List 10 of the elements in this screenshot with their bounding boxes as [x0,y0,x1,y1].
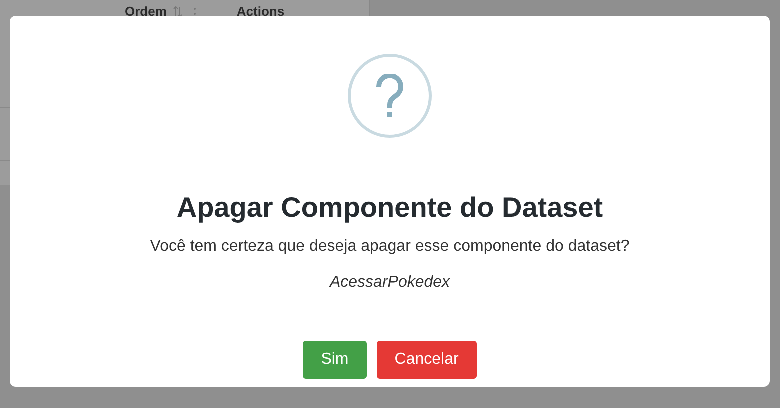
column-header[interactable]: Ordem [125,4,167,19]
item-name: AcessarPokedex [330,274,450,292]
question-icon [348,54,432,138]
column-header[interactable]: Actions [236,4,285,19]
confirm-button[interactable]: Sim [303,341,367,379]
sort-icon[interactable] [172,6,183,18]
kebab-menu-icon[interactable] [192,6,197,18]
dialog-message: Você tem certeza que deseja apagar esse componente do dataset? [150,238,630,256]
cancel-button[interactable]: Cancelar [376,341,477,379]
dialog-title: Apagar Componente do Dataset [176,192,604,224]
